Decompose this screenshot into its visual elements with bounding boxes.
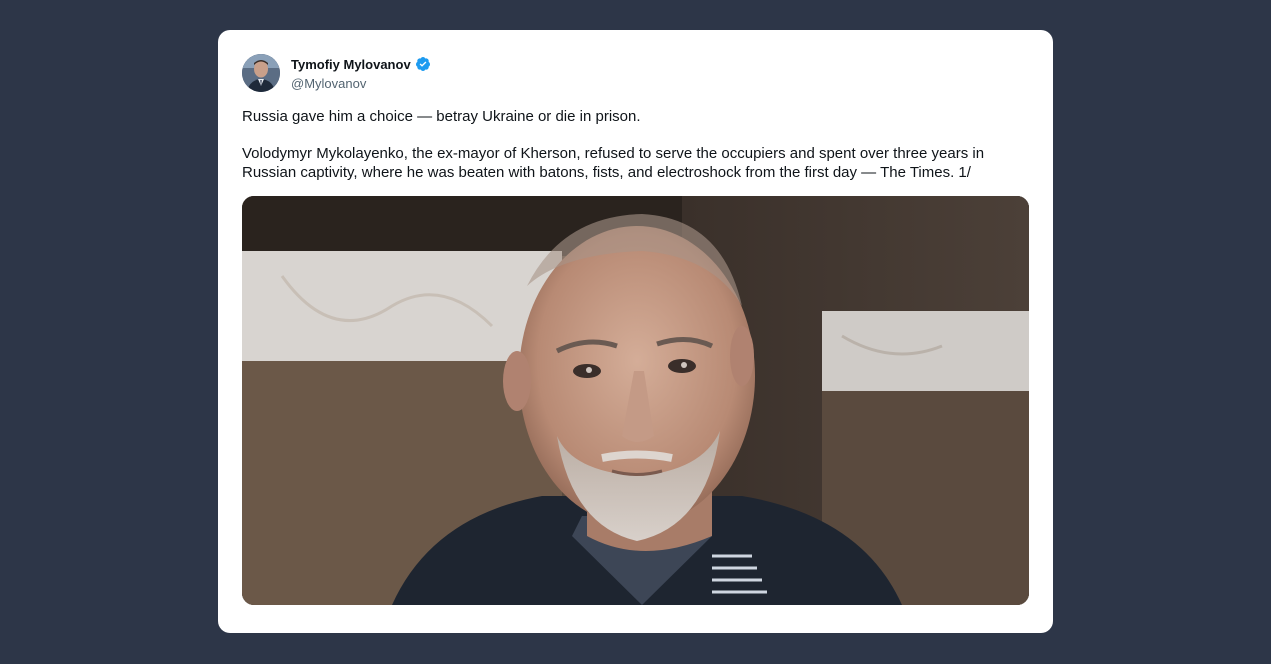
tweet-card: Tymofiy Mylovanov @Mylovanov Russia gave…: [218, 30, 1053, 633]
author-name[interactable]: Tymofiy Mylovanov: [291, 57, 411, 72]
author-avatar[interactable]: [242, 54, 280, 92]
tweet-text: Russia gave him a choice — betray Ukrain…: [242, 107, 1032, 200]
tweet-photo[interactable]: [242, 196, 1029, 605]
verified-badge-icon: [415, 56, 431, 72]
author-handle[interactable]: @Mylovanov: [291, 76, 366, 91]
tweet-paragraph: Russia gave him a choice — betray Ukrain…: [242, 108, 641, 125]
tweet-paragraph: Volodymyr Mykolayenko, the ex-mayor of K…: [242, 145, 985, 181]
